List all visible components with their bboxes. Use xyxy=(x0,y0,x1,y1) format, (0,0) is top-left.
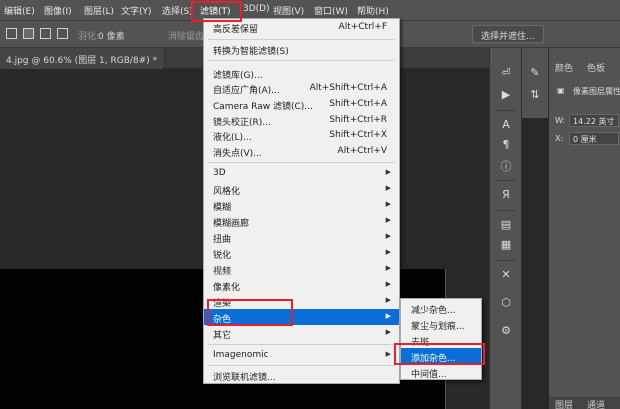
tab-channels[interactable]: 通道 xyxy=(587,398,605,409)
select-and-mask-button[interactable]: 选择并遮住... xyxy=(472,25,544,43)
menu-item-sharpen[interactable]: 锐化 ▶ xyxy=(204,245,399,261)
menu-3d[interactable]: 3D(D) xyxy=(243,4,270,14)
dock-divider xyxy=(496,180,516,181)
menu-divider xyxy=(208,39,395,40)
submenu-arrow-icon: ▶ xyxy=(385,280,391,288)
annotation-box-filter-menu xyxy=(191,1,242,22)
menu-item-other[interactable]: 其它 ▶ xyxy=(204,325,399,341)
settings-icon[interactable]: ⚙ xyxy=(497,324,515,337)
feather-input[interactable]: 0 像素 xyxy=(98,29,125,42)
annotation-box-add-noise xyxy=(394,343,485,365)
noise-submenu: 减少杂色... 蒙尘与划痕... 去斑 添加杂色... 中间值... xyxy=(400,298,482,380)
3d-cube-icon[interactable]: ⬡ xyxy=(497,296,515,309)
subtract-selection-icon[interactable] xyxy=(40,28,51,39)
brush-icon[interactable]: ✎ xyxy=(526,66,544,79)
secondary-dock-strip: ✎ ⇅ xyxy=(522,48,549,118)
character-icon[interactable]: A xyxy=(497,118,515,131)
submenu-arrow-icon: ▶ xyxy=(385,350,391,358)
submenu-item-median[interactable]: 中间值... xyxy=(401,364,481,380)
tab-layers[interactable]: 图层 xyxy=(555,398,573,409)
dock-divider xyxy=(496,210,516,211)
layers-panel-tabs: 图层 通道 xyxy=(549,397,620,409)
submenu-arrow-icon: ▶ xyxy=(385,216,391,224)
color-panel-tabs: 颜色 色板 xyxy=(549,58,620,76)
new-selection-icon[interactable] xyxy=(6,28,17,39)
menu-layer[interactable]: 图层(L) xyxy=(84,4,114,17)
shortcut: Alt+Ctrl+F xyxy=(338,22,387,32)
actions-play-icon[interactable]: ▶ xyxy=(497,88,515,101)
antialias-label[interactable]: 消除锯齿 xyxy=(168,29,204,42)
intersect-selection-icon[interactable] xyxy=(57,28,68,39)
submenu-arrow-icon: ▶ xyxy=(385,248,391,256)
dock-divider xyxy=(496,110,516,111)
submenu-arrow-icon: ▶ xyxy=(385,200,391,208)
document-tab[interactable]: 4.jpg @ 60.6% (图层 1, RGB/8#) * xyxy=(0,48,164,69)
feather-label: 羽化: xyxy=(78,32,100,42)
add-selection-icon[interactable] xyxy=(23,28,34,39)
submenu-arrow-icon: ▶ xyxy=(385,184,391,192)
menu-item-3d[interactable]: 3D ▶ xyxy=(204,165,399,181)
menu-item-distort[interactable]: 扭曲 ▶ xyxy=(204,229,399,245)
menu-item-vanishing-point[interactable]: 消失点(V)... Alt+Ctrl+V xyxy=(204,143,399,159)
menu-divider xyxy=(208,365,395,366)
menu-item-stylize[interactable]: 风格化 ▶ xyxy=(204,181,399,197)
annotation-box-noise xyxy=(207,299,293,326)
menu-item-blur[interactable]: 模糊 ▶ xyxy=(204,197,399,213)
right-panel: 颜色 色板 ▣ 像素图层属性 W: 14.22 英寸 X: 0 厘米 图层 通道 xyxy=(549,48,620,409)
submenu-arrow-icon: ▶ xyxy=(385,312,391,320)
menu-item-liquify[interactable]: 液化(L)... Shift+Ctrl+X xyxy=(204,127,399,143)
submenu-arrow-icon: ▶ xyxy=(385,264,391,272)
dock-divider xyxy=(496,260,516,261)
menu-item-adaptive-wide-angle[interactable]: 自适应广角(A)... Alt+Shift+Ctrl+A xyxy=(204,80,399,96)
menu-item-lens-correction[interactable]: 镜头校正(R)... Shift+Ctrl+R xyxy=(204,112,399,128)
menu-divider xyxy=(208,162,395,163)
menu-image[interactable]: 图像(I) xyxy=(44,4,72,17)
menu-window[interactable]: 窗口(W) xyxy=(314,4,348,17)
submenu-item-dust-scratches[interactable]: 蒙尘与划痕... xyxy=(401,316,481,332)
menu-edit[interactable]: 编辑(E) xyxy=(4,4,35,17)
menu-help[interactable]: 帮助(H) xyxy=(357,4,389,17)
x-field[interactable]: 0 厘米 xyxy=(569,132,619,145)
menu-item-browse-online-filters[interactable]: 浏览联机滤镜... xyxy=(204,367,399,383)
tab-swatches[interactable]: 色板 xyxy=(587,61,605,74)
menu-view[interactable]: 视图(V) xyxy=(273,4,304,17)
notes-icon[interactable]: ▦ xyxy=(497,238,515,251)
w-label: W: xyxy=(555,116,566,125)
history-icon[interactable]: ⏎ xyxy=(497,66,515,79)
submenu-arrow-icon: ▶ xyxy=(385,168,391,176)
menu-item-video[interactable]: 视频 ▶ xyxy=(204,261,399,277)
submenu-item-reduce-noise[interactable]: 减少杂色... xyxy=(401,300,481,316)
libraries-icon[interactable]: ▤ xyxy=(497,218,515,231)
paragraph-icon[interactable]: ¶ xyxy=(497,138,515,151)
menu-divider xyxy=(208,344,395,345)
menu-item-blur-gallery[interactable]: 模糊画廊 ▶ xyxy=(204,213,399,229)
panel-dock-strip: ⏎ ▶ A ¶ ⓘ Я ▤ ▦ ✕ ⬡ ⚙ xyxy=(489,48,522,409)
w-field[interactable]: 14.22 英寸 xyxy=(569,114,619,127)
pixel-layer-icon: ▣ xyxy=(557,86,565,95)
menu-select[interactable]: 选择(S) xyxy=(162,4,193,17)
menu-item-filter-gallery[interactable]: 滤镜库(G)... xyxy=(204,65,399,81)
filter-menu: 高反差保留 Alt+Ctrl+F 转换为智能滤镜(S) 滤镜库(G)... 自适… xyxy=(203,18,400,384)
menu-divider xyxy=(208,60,395,61)
properties-title: 像素图层属性 xyxy=(573,87,620,96)
submenu-arrow-icon: ▶ xyxy=(385,296,391,304)
tools-icon[interactable]: ✕ xyxy=(497,268,515,281)
glyphs-icon[interactable]: Я xyxy=(497,188,515,201)
info-icon[interactable]: ⓘ xyxy=(497,158,515,174)
menu-item-pixelate[interactable]: 像素化 ▶ xyxy=(204,277,399,293)
adjust-icon[interactable]: ⇅ xyxy=(526,88,544,101)
tab-color[interactable]: 颜色 xyxy=(555,61,573,74)
menu-item-convert-smart-filter[interactable]: 转换为智能滤镜(S) xyxy=(204,41,399,57)
submenu-arrow-icon: ▶ xyxy=(385,328,391,336)
menu-type[interactable]: 文字(Y) xyxy=(121,4,152,17)
menu-item-imagenomic[interactable]: Imagenomic ▶ xyxy=(204,347,399,363)
submenu-arrow-icon: ▶ xyxy=(385,232,391,240)
x-label: X: xyxy=(555,134,564,143)
menu-item-camera-raw[interactable]: Camera Raw 滤镜(C)... Shift+Ctrl+A xyxy=(204,96,399,112)
